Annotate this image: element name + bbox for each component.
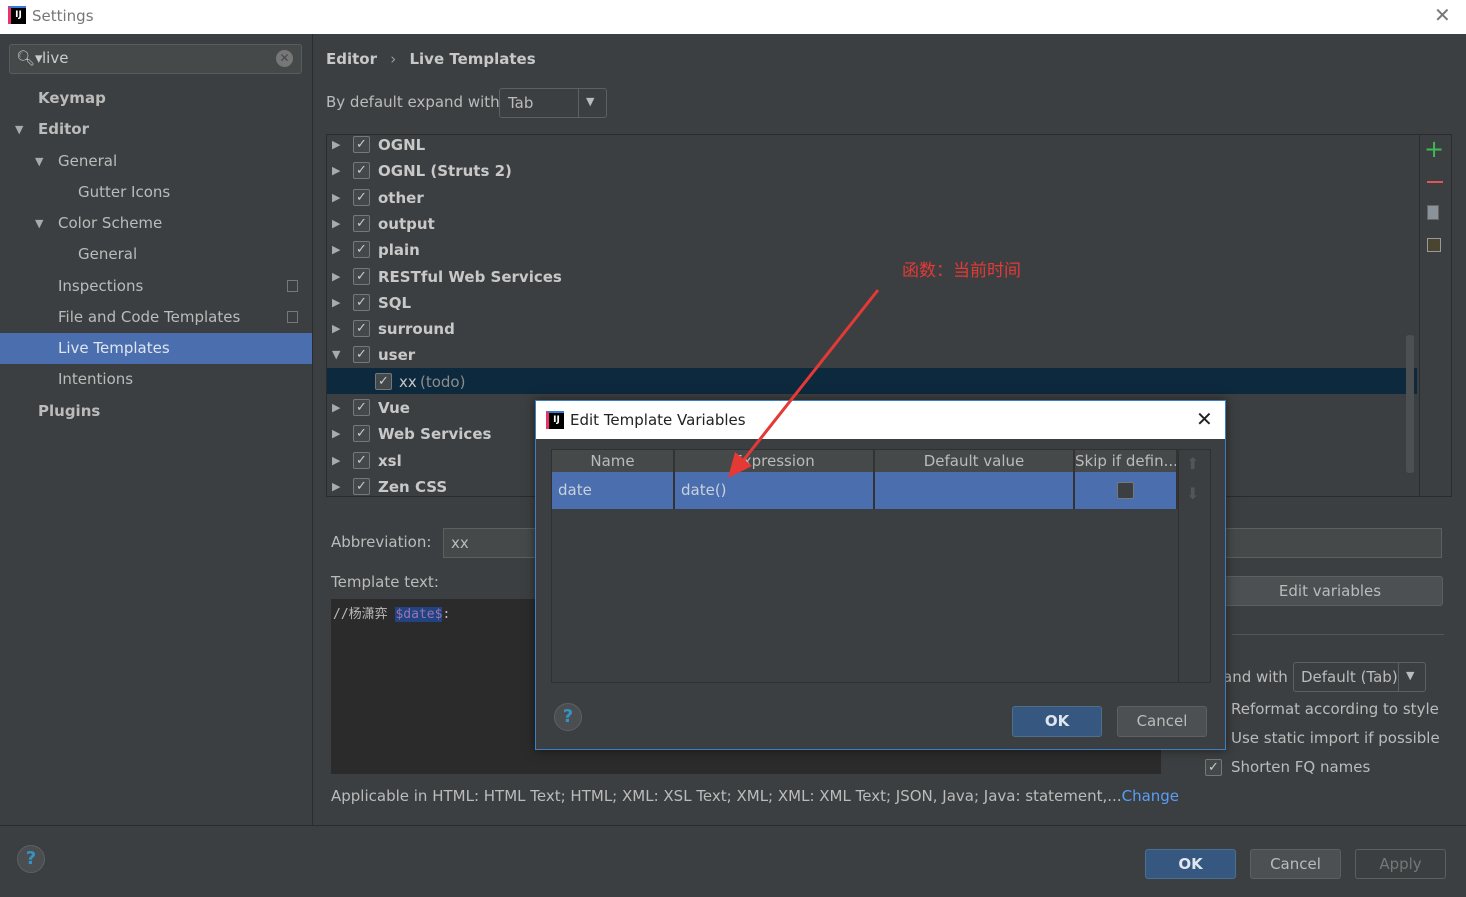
arrow-line xyxy=(740,289,880,463)
annotation-arrow xyxy=(728,289,880,478)
